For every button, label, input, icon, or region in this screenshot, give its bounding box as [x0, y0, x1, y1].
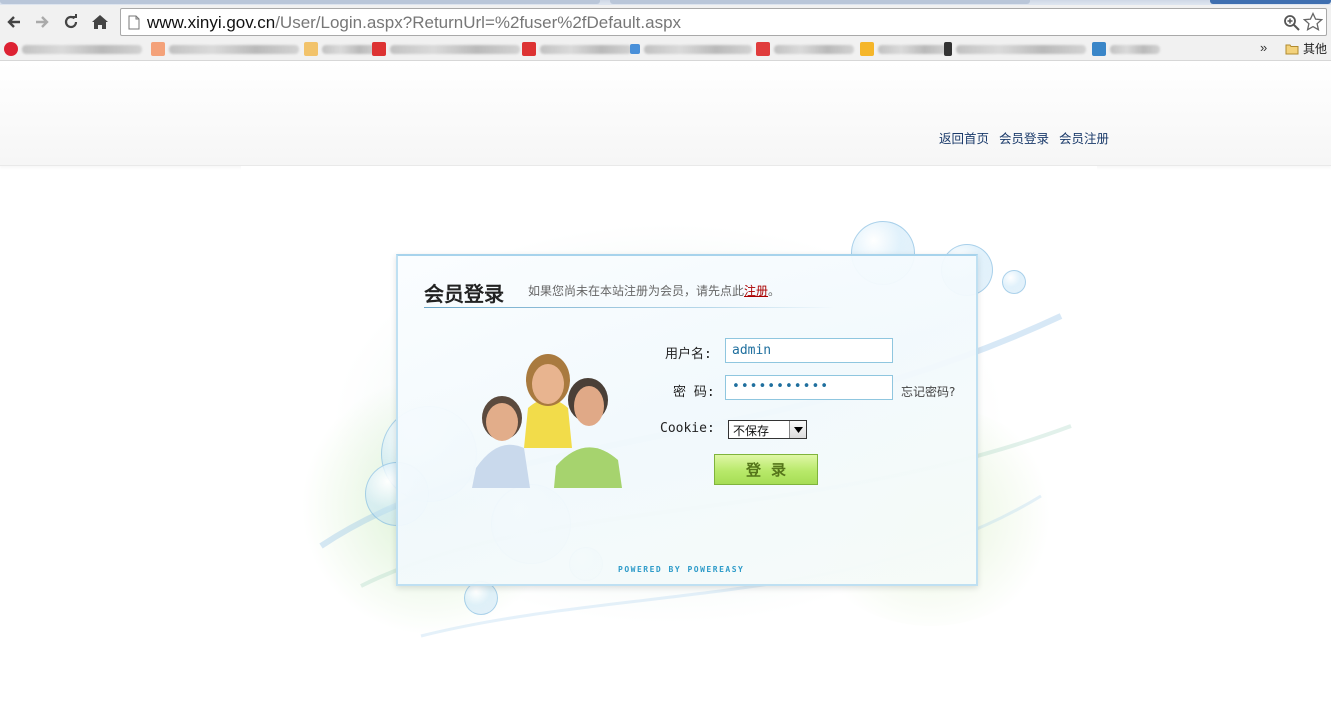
bookmark-item[interactable] — [4, 41, 142, 57]
cookie-label: Cookie: — [660, 421, 715, 436]
bookmark-item[interactable] — [522, 41, 632, 57]
blurred-label — [1110, 44, 1160, 54]
blurred-label — [878, 44, 948, 54]
bookmark-favicon-icon — [756, 42, 770, 56]
address-bar[interactable]: www.xinyi.gov.cn/User/Login.aspx?ReturnU… — [120, 8, 1327, 36]
bookmark-favicon-icon — [944, 42, 952, 56]
bookmark-item[interactable] — [304, 41, 378, 57]
blurred-label — [322, 44, 378, 54]
bookmark-favicon-icon — [522, 42, 536, 56]
powered-by-logo: POWERED BY POWEREASY — [618, 565, 745, 574]
forward-icon[interactable] — [31, 11, 53, 33]
blurred-label — [540, 44, 632, 54]
bookmark-item[interactable] — [944, 41, 1086, 57]
bookmarks-bar: » 其他 — [0, 37, 1331, 61]
title-divider — [424, 307, 834, 308]
bubble-decoration — [464, 581, 498, 615]
password-input[interactable]: ••••••••••• — [725, 375, 893, 400]
blurred-label — [774, 44, 854, 54]
register-hint: 如果您尚未在本站注册为会员，请先点此注册。 — [528, 282, 780, 299]
blurred-label — [22, 44, 142, 54]
other-bookmarks-label: 其他 — [1303, 42, 1328, 56]
browser-tab[interactable] — [610, 0, 1030, 4]
browser-toolbar: www.xinyi.gov.cn/User/Login.aspx?ReturnU… — [0, 5, 1331, 37]
url-text[interactable]: www.xinyi.gov.cn/User/Login.aspx?ReturnU… — [147, 13, 681, 33]
other-bookmarks-folder[interactable]: 其他 — [1285, 40, 1327, 57]
nav-register-link[interactable]: 会员注册 — [1059, 128, 1109, 147]
login-panel: 会员登录 如果您尚未在本站注册为会员，请先点此注册。 用户名: 密 码: •••… — [396, 254, 978, 586]
blurred-label — [956, 44, 1086, 54]
url-path: /User/Login.aspx?ReturnUrl=%2fuser%2fDef… — [275, 13, 682, 32]
forgot-password-link[interactable]: 忘记密码? — [901, 383, 955, 400]
blurred-label — [644, 44, 752, 54]
bookmark-favicon-icon — [372, 42, 386, 56]
site-header: 返回首页 会员登录 会员注册 — [0, 62, 1331, 166]
register-hint-text: 如果您尚未在本站注册为会员，请先点此 — [528, 284, 745, 298]
bookmark-favicon-icon — [860, 42, 874, 56]
dropdown-arrow-icon[interactable] — [789, 421, 806, 438]
bookmark-item[interactable] — [151, 41, 299, 57]
bookmark-favicon-icon — [630, 44, 640, 54]
bookmark-item[interactable] — [860, 41, 948, 57]
url-host: www.xinyi.gov.cn — [147, 13, 276, 32]
bookmark-item[interactable] — [630, 41, 752, 57]
register-link[interactable]: 注册 — [744, 284, 768, 298]
bookmark-favicon-icon — [151, 42, 165, 56]
password-label: 密 码: — [673, 385, 715, 400]
home-icon[interactable] — [89, 11, 111, 33]
blurred-label — [390, 44, 520, 54]
cookie-selected-value: 不保存 — [733, 424, 770, 438]
zoom-icon[interactable] — [1283, 14, 1300, 35]
bookmark-item[interactable] — [372, 41, 520, 57]
folder-icon — [1285, 44, 1299, 54]
blurred-label — [169, 44, 299, 54]
bookmarks-overflow-button[interactable]: » — [1260, 40, 1267, 55]
login-button[interactable]: 登录 — [714, 454, 818, 485]
reload-icon[interactable] — [60, 11, 82, 33]
username-input[interactable] — [725, 338, 893, 363]
cookie-select[interactable]: 不保存 — [728, 420, 807, 439]
username-label: 用户名: — [665, 347, 712, 362]
bookmark-item[interactable] — [1092, 41, 1160, 57]
page-icon — [128, 15, 140, 34]
browser-tab[interactable] — [0, 0, 600, 4]
weibo-icon — [4, 42, 18, 56]
browser-tab[interactable] — [1210, 0, 1331, 4]
bookmark-item[interactable] — [756, 41, 854, 57]
register-hint-end: 。 — [768, 284, 781, 298]
top-nav: 返回首页 会员登录 会员注册 — [939, 128, 1109, 147]
bookmark-favicon-icon — [304, 42, 318, 56]
login-title: 会员登录 — [424, 282, 504, 306]
nav-home-link[interactable]: 返回首页 — [939, 128, 989, 147]
back-icon[interactable] — [3, 11, 25, 33]
bubble-decoration — [1002, 270, 1026, 294]
bookmark-favicon-icon — [1092, 42, 1106, 56]
nav-login-link[interactable]: 会员登录 — [999, 128, 1049, 147]
users-illustration-icon — [472, 354, 622, 488]
bookmark-star-icon[interactable] — [1302, 11, 1324, 36]
web-page: 返回首页 会员登录 会员注册 会员登录 如果您尚未在本站注册为会员，请先点此注册… — [0, 62, 1331, 703]
